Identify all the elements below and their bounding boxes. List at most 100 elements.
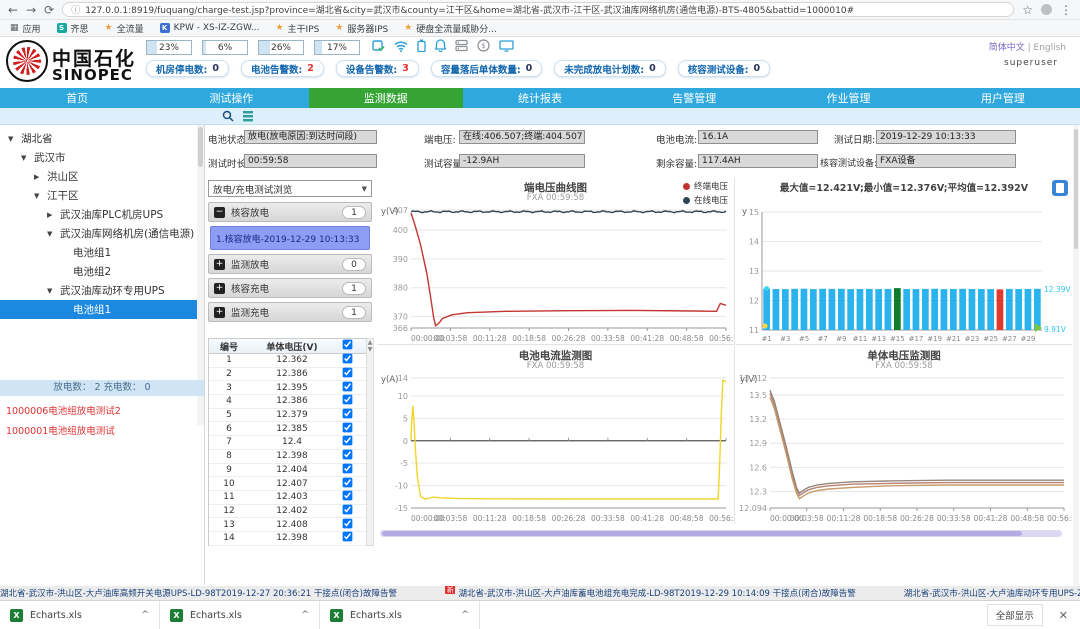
list-view-icon[interactable] (242, 110, 254, 122)
svg-text:00:41:28: 00:41:28 (974, 514, 1008, 523)
url-bar[interactable]: ⓘ 127.0.0.1:8919/fuquang/charge-test.jsp… (62, 2, 1014, 17)
table-row[interactable]: 1412.398 (209, 532, 373, 546)
browser-menu-icon[interactable]: ⋮ (1060, 4, 1072, 16)
cell-checkbox[interactable] (342, 477, 352, 487)
capacity-test-device-field[interactable]: FXA设备 (876, 154, 1016, 168)
svg-text:15: 15 (749, 208, 759, 217)
cell-checkbox[interactable] (342, 450, 352, 460)
cell-voltage: 12.403 (249, 492, 335, 502)
selected-test-item[interactable]: 1.核容放电-2019-12-29 10:13:33 (210, 226, 370, 250)
profile-avatar[interactable] (1041, 4, 1052, 15)
back-icon[interactable]: ← (8, 4, 18, 16)
battery-current-field[interactable]: 16.1A (698, 130, 818, 144)
tab-2[interactable]: 监测数据 (309, 88, 463, 108)
battery-status-field[interactable]: 放电(放电原因:到达时间段) (244, 130, 377, 144)
table-scrollbar[interactable]: ▲▼ (366, 338, 374, 546)
cell-checkbox[interactable] (342, 505, 352, 515)
tree-item[interactable]: ▼武汉油库网络机房(通信电源) (0, 224, 198, 243)
bookmark-item[interactable]: ▦应用 (10, 22, 41, 35)
expand-icon[interactable]: + (214, 283, 225, 294)
svg-text:12.3: 12.3 (749, 487, 767, 496)
tree-item[interactable]: ▶洪山区 (0, 167, 198, 186)
tab-1[interactable]: 测试操作 (154, 88, 308, 108)
field-label: 测试日期: (834, 132, 875, 146)
load-gauge: 6% (202, 40, 248, 55)
download-menu-icon[interactable]: ^ (301, 610, 309, 620)
remaining-capacity-field[interactable]: 117.4AH (698, 154, 818, 168)
test-capacity-field[interactable]: -12.9AH (459, 154, 585, 168)
svg-text:00:48:58: 00:48:58 (670, 334, 704, 343)
cell-checkbox[interactable] (342, 368, 352, 378)
cell-checkbox[interactable] (342, 395, 352, 405)
tree-item[interactable]: 电池组2 (0, 262, 198, 281)
cell-checkbox[interactable] (342, 532, 352, 542)
cell-checkbox[interactable] (342, 491, 352, 501)
test-date-field[interactable]: 2019-12-29 10:13:33 (876, 130, 1016, 144)
tab-6[interactable]: 用户管理 (926, 88, 1080, 108)
chart-horizontal-scrollbar[interactable] (380, 530, 1062, 537)
cell-checkbox[interactable] (342, 354, 352, 364)
cell-checkbox[interactable] (342, 436, 352, 446)
tab-4[interactable]: 告警管理 (617, 88, 771, 108)
main-scrollbar[interactable] (1073, 125, 1079, 585)
accordion-监测放电[interactable]: +监测放电0 (208, 254, 372, 274)
expand-icon[interactable]: + (214, 307, 225, 318)
bookmark-star-icon[interactable]: ☆ (1022, 4, 1033, 16)
site-info-icon[interactable]: ⓘ (71, 3, 80, 16)
tab-0[interactable]: 首页 (0, 88, 154, 108)
svg-text:13.5: 13.5 (749, 391, 767, 400)
search-icon[interactable] (222, 110, 234, 122)
expand-icon[interactable]: + (214, 259, 225, 270)
cell-voltage: 12.398 (249, 451, 335, 461)
download-menu-icon[interactable]: ^ (141, 610, 149, 620)
terminal-voltage-field[interactable]: 在线:406.507;终端:404.507 (459, 130, 585, 144)
bookmark-item[interactable]: S齐思 (57, 22, 89, 35)
accordion-监测充电[interactable]: +监测充电1 (208, 302, 372, 322)
tree-item-label: 武汉油库动环专用UPS (60, 283, 165, 298)
tree-item[interactable]: ▼江干区 (0, 186, 198, 205)
chevron-right-icon: ▶ (47, 211, 55, 219)
tree-item[interactable]: ▼武汉油库动环专用UPS (0, 281, 198, 300)
bookmark-item[interactable]: ★硬盘全流量威胁分... (404, 22, 497, 35)
accordion-核容放电[interactable]: −核容放电1 (208, 202, 372, 222)
cell-checkbox[interactable] (342, 381, 352, 391)
tree-item[interactable]: ▼湖北省 (0, 129, 198, 148)
cell-checkbox[interactable] (342, 409, 352, 419)
tab-5[interactable]: 作业管理 (771, 88, 925, 108)
cell-checkbox[interactable] (342, 518, 352, 528)
legend-item[interactable]: 终端电压 (683, 180, 728, 192)
tree-item[interactable]: ▼武汉市 (0, 148, 198, 167)
bookmark-item[interactable]: ★主干IPS (275, 22, 319, 35)
test-link[interactable]: 1000006电池组放电测试2 (6, 403, 121, 417)
close-download-bar-icon[interactable]: ✕ (1059, 609, 1068, 622)
tab-3[interactable]: 统计报表 (463, 88, 617, 108)
bookmark-item[interactable]: KKPW - XS-IZ-ZGW... (160, 23, 260, 33)
svg-text:12: 12 (749, 297, 759, 306)
cell-checkbox[interactable] (342, 422, 352, 432)
download-item[interactable]: XEcharts.xls^ (160, 601, 320, 629)
collapse-icon[interactable]: − (214, 207, 225, 218)
download-item[interactable]: XEcharts.xls^ (0, 601, 160, 629)
accordion-核容充电[interactable]: +核容充电1 (208, 278, 372, 298)
tree-item[interactable]: 电池组1 (0, 243, 198, 262)
s-logo-icon: S (57, 23, 67, 33)
svg-text:y(V): y(V) (381, 207, 398, 217)
show-all-downloads-button[interactable]: 全部显示 (987, 604, 1043, 626)
export-icon[interactable] (1052, 180, 1068, 196)
download-menu-icon[interactable]: ^ (461, 610, 469, 620)
alert-text: 湖北省-武汉市-洪山区-大卢油库蓄电池组充电完成-LD-98T2019-12-2… (458, 587, 855, 599)
bookmark-item[interactable]: ★服务器IPS (335, 22, 388, 35)
forward-icon[interactable]: → (26, 4, 36, 16)
tree-item-label: 电池组2 (73, 264, 111, 279)
bookmark-item[interactable]: ★全流量 (105, 22, 144, 35)
download-item[interactable]: XEcharts.xls^ (320, 601, 480, 629)
reload-icon[interactable]: ⟳ (44, 4, 54, 16)
test-filter-select[interactable]: 放电/充电测试浏览 ▼ (208, 180, 372, 197)
test-duration-field[interactable]: 00:59:58 (244, 154, 377, 168)
tree-item[interactable]: ▶武汉油库PLC机房UPS (0, 205, 198, 224)
cell-checkbox[interactable] (342, 463, 352, 473)
language-switch[interactable]: 简体中文 | English (989, 40, 1066, 53)
tree-item[interactable]: 电池组1 (0, 300, 198, 319)
test-link[interactable]: 1000001电池组放电测试 (6, 423, 115, 437)
select-all-checkbox[interactable] (342, 340, 352, 350)
